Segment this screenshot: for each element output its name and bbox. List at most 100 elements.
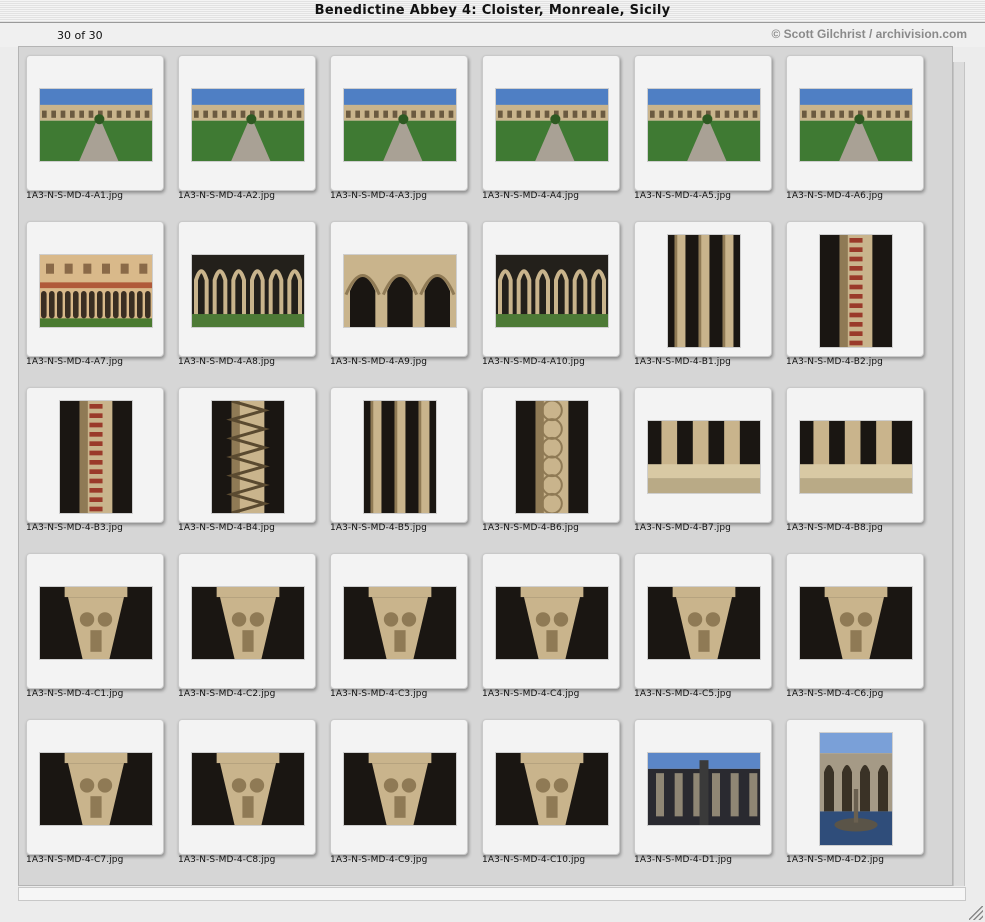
slide-mount[interactable] — [178, 221, 316, 357]
slide-mount[interactable] — [330, 719, 468, 855]
thumbnail-image[interactable] — [496, 89, 608, 161]
slide-mount[interactable] — [482, 553, 620, 689]
thumbnail-item[interactable]: 1A3-N-S-MD-4-A2.jpg — [171, 47, 323, 213]
slide-mount[interactable] — [634, 55, 772, 191]
thumbnail-item[interactable]: 1A3-N-S-MD-4-C9.jpg — [323, 711, 475, 877]
thumbnail-image[interactable] — [344, 587, 456, 659]
thumbnail-item[interactable]: 1A3-N-S-MD-4-C5.jpg — [627, 545, 779, 711]
slide-mount[interactable] — [178, 719, 316, 855]
thumbnail-image[interactable] — [192, 587, 304, 659]
slide-mount[interactable] — [178, 387, 316, 523]
thumbnail-image[interactable] — [40, 753, 152, 825]
thumbnail-image[interactable] — [800, 587, 912, 659]
thumbnail-item[interactable]: 1A3-N-S-MD-4-C1.jpg — [19, 545, 171, 711]
slide-mount[interactable] — [26, 719, 164, 855]
thumbnail-filename: 1A3-N-S-MD-4-D2.jpg — [786, 855, 885, 865]
slide-mount[interactable] — [26, 387, 164, 523]
slide-mount[interactable] — [634, 221, 772, 357]
thumbnail-item[interactable]: 1A3-N-S-MD-4-B3.jpg — [19, 379, 171, 545]
resize-grip-icon[interactable] — [969, 906, 983, 920]
thumbnail-image[interactable] — [648, 421, 760, 493]
thumbnail-item[interactable]: 1A3-N-S-MD-4-A5.jpg — [627, 47, 779, 213]
thumbnail-image[interactable] — [668, 235, 740, 347]
thumbnail-image[interactable] — [40, 255, 152, 327]
thumbnail-item[interactable]: 1A3-N-S-MD-4-B6.jpg — [475, 379, 627, 545]
thumbnail-image[interactable] — [40, 89, 152, 161]
vertical-scrollbar[interactable] — [953, 62, 965, 886]
thumbnail-item[interactable]: 1A3-N-S-MD-4-A7.jpg — [19, 213, 171, 379]
slide-mount[interactable] — [482, 719, 620, 855]
thumbnail-filename: 1A3-N-S-MD-4-A4.jpg — [482, 191, 580, 201]
thumbnail-item[interactable]: 1A3-N-S-MD-4-C8.jpg — [171, 711, 323, 877]
slide-mount[interactable] — [634, 387, 772, 523]
thumbnail-filename: 1A3-N-S-MD-4-C8.jpg — [178, 855, 276, 865]
thumbnail-filename: 1A3-N-S-MD-4-A9.jpg — [330, 357, 428, 367]
thumbnail-item[interactable]: 1A3-N-S-MD-4-B2.jpg — [779, 213, 931, 379]
thumbnail-image[interactable] — [40, 587, 152, 659]
thumbnail-item[interactable]: 1A3-N-S-MD-4-A1.jpg — [19, 47, 171, 213]
thumbnail-image[interactable] — [800, 421, 912, 493]
thumbnail-image[interactable] — [516, 401, 588, 513]
slide-mount[interactable] — [482, 55, 620, 191]
thumbnail-item[interactable]: 1A3-N-S-MD-4-C2.jpg — [171, 545, 323, 711]
slide-mount[interactable] — [26, 553, 164, 689]
thumbnail-item[interactable]: 1A3-N-S-MD-4-C10.jpg — [475, 711, 627, 877]
slide-mount[interactable] — [634, 719, 772, 855]
thumbnail-image[interactable] — [344, 753, 456, 825]
thumbnail-image[interactable] — [212, 401, 284, 513]
thumbnail-item[interactable]: 1A3-N-S-MD-4-A6.jpg — [779, 47, 931, 213]
thumbnail-item[interactable]: 1A3-N-S-MD-4-B1.jpg — [627, 213, 779, 379]
slide-mount[interactable] — [178, 553, 316, 689]
thumbnail-image[interactable] — [648, 753, 760, 825]
thumbnail-item[interactable]: 1A3-N-S-MD-4-B5.jpg — [323, 379, 475, 545]
thumbnail-image[interactable] — [192, 753, 304, 825]
thumbnail-image[interactable] — [820, 235, 892, 347]
thumbnail-image[interactable] — [60, 401, 132, 513]
slide-mount[interactable] — [26, 221, 164, 357]
slide-mount[interactable] — [786, 387, 924, 523]
horizontal-scrollbar[interactable] — [18, 887, 966, 901]
slide-mount[interactable] — [26, 55, 164, 191]
thumbnail-filename: 1A3-N-S-MD-4-B4.jpg — [178, 523, 275, 533]
thumbnail-item[interactable]: 1A3-N-S-MD-4-A9.jpg — [323, 213, 475, 379]
thumbnail-image[interactable] — [820, 733, 892, 845]
thumbnail-item[interactable]: 1A3-N-S-MD-4-D2.jpg — [779, 711, 931, 877]
image-count: 30 of 30 — [57, 29, 103, 42]
slide-mount[interactable] — [786, 553, 924, 689]
slide-mount[interactable] — [786, 719, 924, 855]
slide-mount[interactable] — [330, 553, 468, 689]
thumbnail-item[interactable]: 1A3-N-S-MD-4-C4.jpg — [475, 545, 627, 711]
thumbnail-image[interactable] — [800, 89, 912, 161]
thumbnail-item[interactable]: 1A3-N-S-MD-4-A4.jpg — [475, 47, 627, 213]
thumbnail-image[interactable] — [192, 89, 304, 161]
slide-mount[interactable] — [178, 55, 316, 191]
slide-mount[interactable] — [330, 387, 468, 523]
thumbnail-image[interactable] — [496, 255, 608, 327]
title-bar[interactable]: Benedictine Abbey 4: Cloister, Monreale,… — [0, 0, 985, 23]
slide-mount[interactable] — [482, 387, 620, 523]
thumbnail-item[interactable]: 1A3-N-S-MD-4-B4.jpg — [171, 379, 323, 545]
thumbnail-image[interactable] — [344, 255, 456, 327]
slide-mount[interactable] — [330, 55, 468, 191]
thumbnail-image[interactable] — [496, 587, 608, 659]
slide-mount[interactable] — [786, 221, 924, 357]
thumbnail-image[interactable] — [192, 255, 304, 327]
thumbnail-image[interactable] — [648, 89, 760, 161]
thumbnail-item[interactable]: 1A3-N-S-MD-4-A3.jpg — [323, 47, 475, 213]
thumbnail-image[interactable] — [344, 89, 456, 161]
slide-mount[interactable] — [634, 553, 772, 689]
thumbnail-item[interactable]: 1A3-N-S-MD-4-D1.jpg — [627, 711, 779, 877]
thumbnail-item[interactable]: 1A3-N-S-MD-4-C3.jpg — [323, 545, 475, 711]
slide-mount[interactable] — [330, 221, 468, 357]
slide-mount[interactable] — [786, 55, 924, 191]
thumbnail-item[interactable]: 1A3-N-S-MD-4-C7.jpg — [19, 711, 171, 877]
thumbnail-image[interactable] — [496, 753, 608, 825]
thumbnail-item[interactable]: 1A3-N-S-MD-4-B8.jpg — [779, 379, 931, 545]
slide-mount[interactable] — [482, 221, 620, 357]
thumbnail-image[interactable] — [364, 401, 436, 513]
thumbnail-item[interactable]: 1A3-N-S-MD-4-C6.jpg — [779, 545, 931, 711]
thumbnail-item[interactable]: 1A3-N-S-MD-4-A8.jpg — [171, 213, 323, 379]
thumbnail-image[interactable] — [648, 587, 760, 659]
thumbnail-item[interactable]: 1A3-N-S-MD-4-A10.jpg — [475, 213, 627, 379]
thumbnail-item[interactable]: 1A3-N-S-MD-4-B7.jpg — [627, 379, 779, 545]
